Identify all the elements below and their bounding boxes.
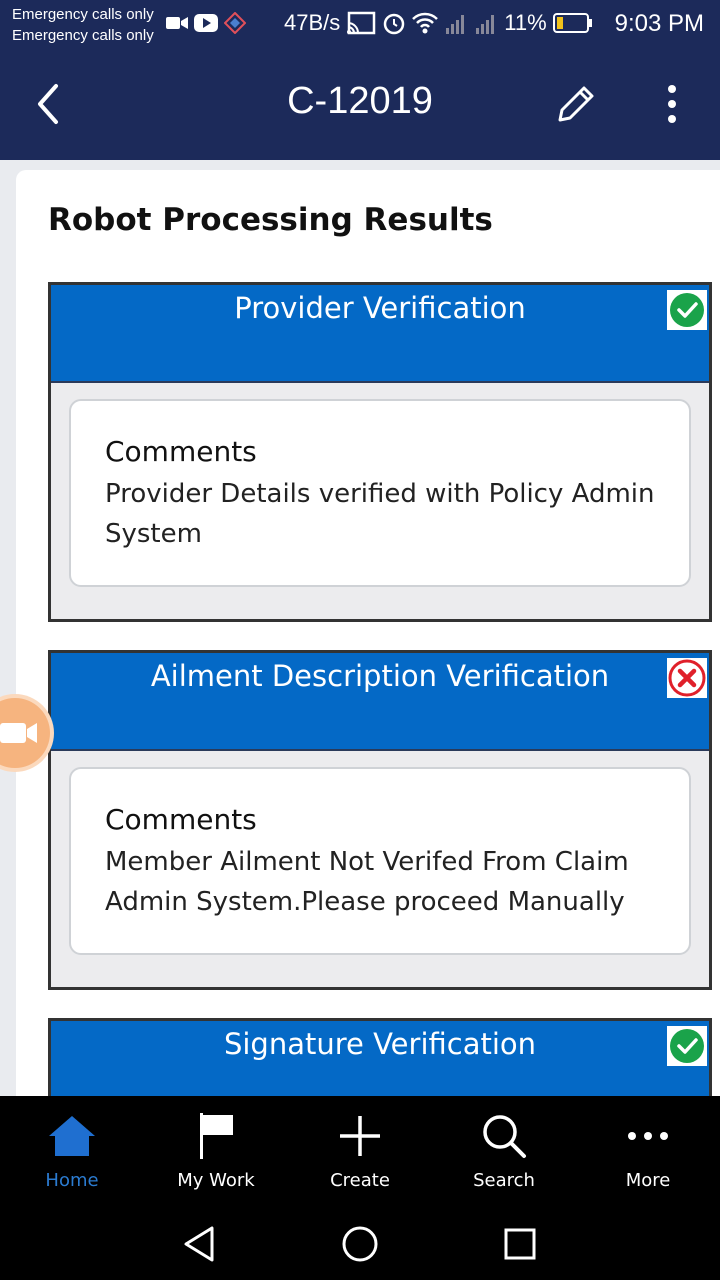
youtube-icon: [194, 14, 218, 32]
section-title: Robot Processing Results: [48, 202, 493, 238]
nav-search[interactable]: Search: [432, 1096, 576, 1204]
nav-label: Create: [330, 1170, 390, 1191]
pencil-icon: [558, 86, 594, 122]
result-body: Comments Member Ailment Not Verifed From…: [51, 751, 709, 987]
dot-icon: [668, 85, 676, 93]
carrier-text: Emergency calls only Emergency calls onl…: [12, 4, 154, 46]
system-home-button[interactable]: [340, 1224, 380, 1264]
dot-icon: [668, 100, 676, 108]
nav-label: Search: [473, 1170, 535, 1191]
signal-2-icon: [476, 15, 495, 34]
content-card: Robot Processing Results Provider Verifi…: [16, 170, 720, 1096]
app-bar: C-12019: [0, 48, 720, 160]
overflow-menu-button[interactable]: [660, 82, 684, 126]
comment-text: Member Ailment Not Verifed From Claim Ad…: [105, 847, 629, 917]
more-icon: [623, 1112, 673, 1160]
result-title: Signature Verification: [223, 1027, 537, 1061]
nav-more[interactable]: More: [576, 1096, 720, 1204]
app-diamond-icon: [224, 12, 246, 34]
nav-label: More: [625, 1170, 671, 1191]
battery-icon: [552, 13, 592, 33]
result-title: Ailment Description Verification: [150, 659, 610, 693]
comment-text: Provider Details verified with Policy Ad…: [105, 479, 655, 549]
home-icon: [47, 1112, 97, 1160]
carrier-line-1: Emergency calls only: [12, 6, 154, 23]
triangle-back-icon: [184, 1226, 214, 1262]
system-nav-bar: [0, 1204, 720, 1280]
cast-icon: [347, 11, 376, 35]
flag-icon: [191, 1112, 241, 1160]
comment-box: Comments Member Ailment Not Verifed From…: [69, 767, 691, 955]
wifi-icon: [412, 12, 439, 34]
check-circle-icon: [667, 290, 707, 330]
edit-button[interactable]: [554, 82, 598, 126]
bottom-nav: Home My Work Create Search More: [0, 1096, 720, 1204]
carrier-line-2: Emergency calls only: [12, 27, 154, 44]
alarm-icon: [384, 13, 405, 35]
signal-1-icon: [446, 15, 465, 34]
search-icon: [479, 1112, 529, 1160]
result-ailment-verification: Ailment Description Verification Comment…: [48, 650, 712, 990]
square-recents-icon: [504, 1228, 536, 1260]
notification-icons: [166, 12, 246, 34]
plus-icon: [335, 1112, 385, 1160]
result-provider-verification: Provider Verification Comments Provider …: [48, 282, 712, 622]
clock: 9:03 PM: [614, 10, 704, 37]
check-circle-icon: [667, 1026, 707, 1066]
battery-percent: 11%: [504, 10, 547, 35]
page-title: C-12019: [287, 80, 433, 122]
comment-box: Comments Provider Details verified with …: [69, 399, 691, 587]
result-signature-verification: Signature Verification: [48, 1018, 712, 1096]
result-header: Provider Verification: [51, 285, 709, 383]
result-header: Ailment Description Verification: [51, 653, 709, 751]
net-speed: 47B/s: [284, 10, 341, 35]
nav-label: My Work: [177, 1170, 255, 1191]
status-bar: Emergency calls only Emergency calls onl…: [0, 0, 720, 48]
video-camera-icon: [166, 17, 188, 29]
nav-home[interactable]: Home: [0, 1096, 144, 1204]
system-recents-button[interactable]: [500, 1224, 540, 1264]
result-title: Provider Verification: [234, 291, 526, 325]
result-header: Signature Verification: [51, 1021, 709, 1096]
dot-icon: [668, 115, 676, 123]
x-circle-icon: [667, 658, 707, 698]
video-camera-icon: [0, 723, 37, 743]
comment-label: Comments: [105, 435, 257, 468]
comment-label: Comments: [105, 803, 257, 836]
back-button[interactable]: [28, 76, 72, 132]
nav-my-work[interactable]: My Work: [144, 1096, 288, 1204]
system-indicators: 47B/s 11%: [284, 10, 593, 36]
result-body: Comments Provider Details verified with …: [51, 383, 709, 619]
nav-label: Home: [45, 1170, 99, 1191]
circle-home-icon: [342, 1226, 378, 1262]
chevron-left-icon: [38, 84, 58, 124]
nav-create[interactable]: Create: [288, 1096, 432, 1204]
system-back-button[interactable]: [180, 1224, 220, 1264]
